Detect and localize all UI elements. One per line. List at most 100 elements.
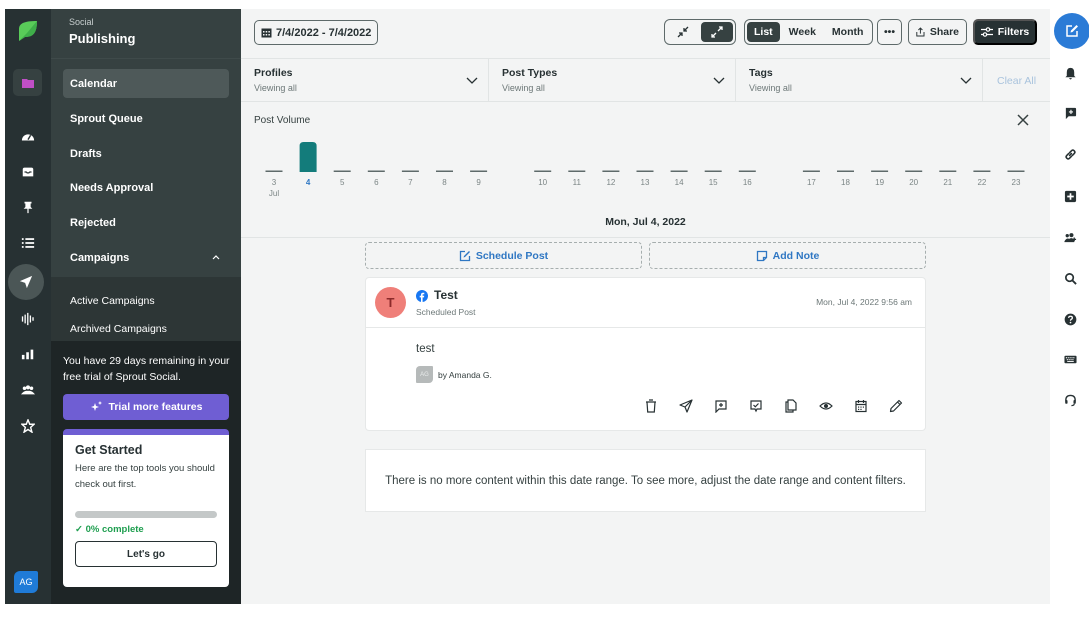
post-header: T Test Scheduled Post Mon, Jul 4, 2022 9… (366, 278, 925, 328)
tab-list[interactable]: List (747, 22, 780, 42)
sprout-logo[interactable] (15, 19, 39, 43)
sidebar-item-sprout-queue[interactable]: Sprout Queue (63, 104, 229, 133)
preview-icon[interactable] (818, 398, 834, 414)
volume-bar-empty[interactable] (837, 170, 854, 173)
volume-bar-empty[interactable] (568, 170, 586, 173)
comment-check-icon[interactable] (748, 398, 764, 414)
volume-bar-empty[interactable] (738, 170, 756, 173)
volume-bar[interactable] (299, 142, 317, 172)
reschedule-icon[interactable] (853, 398, 869, 414)
listening-icon[interactable] (5, 307, 51, 331)
comment-add-icon[interactable] (713, 398, 729, 414)
sidebar-item-campaigns[interactable]: Campaigns (63, 243, 229, 272)
filter-post-types[interactable]: Post Types Viewing all (489, 59, 736, 102)
close-icon[interactable] (1016, 113, 1030, 127)
feedback-icon[interactable] (1062, 105, 1078, 121)
star-icon[interactable] (5, 414, 51, 438)
sidebar-item-active-campaigns[interactable]: Active Campaigns (70, 295, 155, 307)
volume-bar-empty[interactable] (367, 170, 385, 173)
publishing-sidebar: Social Publishing Calendar Sprout Queue … (51, 9, 241, 604)
tab-week[interactable]: Week (782, 22, 823, 42)
help-icon[interactable] (1062, 311, 1078, 327)
volume-bar-empty[interactable] (973, 170, 991, 173)
volume-bar-empty[interactable] (939, 170, 957, 173)
author-avatar: AG (416, 366, 433, 383)
sparkle-icon (90, 401, 102, 411)
more-options-button[interactable]: ••• (877, 19, 902, 45)
reports-icon[interactable] (5, 342, 51, 366)
dashboard-icon[interactable] (5, 125, 51, 149)
volume-bar-empty[interactable] (636, 170, 654, 173)
volume-bar-empty[interactable] (905, 170, 923, 173)
filters-button[interactable]: Filters (973, 19, 1037, 45)
volume-bar-empty[interactable] (670, 170, 688, 173)
filter-tags[interactable]: Tags Viewing all (736, 59, 983, 102)
add-note-button[interactable]: Add Note (649, 242, 926, 269)
keyboard-icon[interactable] (1062, 351, 1078, 367)
sidebar-item-rejected[interactable]: Rejected (63, 208, 229, 237)
lets-go-button[interactable]: Let's go (75, 541, 217, 567)
trial-more-features-button[interactable]: Trial more features (63, 394, 229, 420)
volume-bar-empty[interactable] (602, 170, 620, 173)
filter-value: Viewing all (502, 83, 545, 93)
filter-bar: Profiles Viewing all Post Types Viewing … (241, 58, 1050, 102)
get-started-description: Here are the top tools you should check … (75, 463, 215, 490)
get-started-title: Get Started (75, 443, 143, 457)
sidebar-item-archived-campaigns[interactable]: Archived Campaigns (70, 323, 167, 335)
app-frame: AG Social Publishing Calendar Sprout Que… (5, 9, 1050, 604)
sidebar-item-needs-approval[interactable]: Needs Approval (63, 173, 229, 202)
folder-icon[interactable] (13, 69, 42, 96)
volume-bar-empty[interactable] (802, 170, 820, 173)
volume-bar-empty[interactable] (871, 170, 889, 173)
search-icon[interactable] (1062, 270, 1078, 286)
sidebar-item-drafts[interactable]: Drafts (63, 139, 229, 168)
compose-button[interactable] (1054, 13, 1089, 49)
bell-icon[interactable] (1062, 65, 1078, 81)
toolbar: 7/4/2022 - 7/4/2022 List Week Month ••• … (241, 9, 1050, 58)
support-icon[interactable] (1062, 392, 1078, 408)
add-icon[interactable] (1062, 188, 1078, 204)
expand-button[interactable] (701, 22, 733, 42)
clear-all-link[interactable]: Clear All (997, 75, 1036, 87)
volume-bar-empty[interactable] (1007, 170, 1025, 173)
team-icon[interactable] (1062, 229, 1078, 245)
density-toggle (664, 19, 736, 45)
filter-profiles[interactable]: Profiles Viewing all (241, 59, 489, 102)
sidebar-item-calendar[interactable]: Calendar (63, 69, 229, 98)
edit-icon[interactable] (888, 398, 904, 414)
view-switcher: List Week Month (744, 19, 874, 45)
volume-bar-empty[interactable] (436, 170, 453, 173)
trash-icon[interactable] (643, 398, 659, 414)
chevron-up-icon[interactable] (211, 252, 221, 262)
post-card[interactable]: T Test Scheduled Post Mon, Jul 4, 2022 9… (365, 277, 926, 431)
link-icon[interactable] (1062, 146, 1078, 162)
share-button[interactable]: Share (908, 19, 967, 45)
volume-bar-empty[interactable] (401, 170, 419, 173)
tab-month[interactable]: Month (825, 22, 871, 42)
volume-bar-empty[interactable] (534, 170, 552, 173)
volume-bar-empty[interactable] (470, 170, 488, 173)
compose-icon (1066, 25, 1078, 37)
pin-icon[interactable] (5, 195, 51, 219)
chevron-down-icon (960, 77, 972, 84)
schedule-post-button[interactable]: Schedule Post (365, 242, 642, 269)
date-range-value: 7/4/2022 - 7/4/2022 (276, 26, 372, 39)
collapse-icon (677, 26, 689, 38)
collapse-button[interactable] (667, 22, 699, 42)
publishing-icon[interactable] (8, 264, 44, 300)
date-range-picker[interactable]: 7/4/2022 - 7/4/2022 (254, 20, 379, 45)
inbox-icon[interactable] (5, 160, 51, 184)
selected-date-heading: Mon, Jul 4, 2022 (605, 216, 686, 228)
filter-label: Profiles (254, 67, 293, 79)
list-icon[interactable] (5, 231, 51, 255)
user-avatar[interactable]: AG (14, 571, 38, 593)
add-note-label: Add Note (772, 249, 820, 262)
volume-bar-empty[interactable] (704, 170, 722, 173)
send-icon[interactable] (678, 398, 694, 414)
campaigns-submenu: Active Campaigns Archived Campaigns (51, 277, 241, 341)
volume-bar-empty[interactable] (265, 170, 283, 173)
volume-bar-empty[interactable] (333, 170, 351, 173)
people-icon[interactable] (5, 378, 51, 402)
duplicate-icon[interactable] (783, 398, 799, 414)
volume-tick-label: 10 (538, 178, 547, 187)
